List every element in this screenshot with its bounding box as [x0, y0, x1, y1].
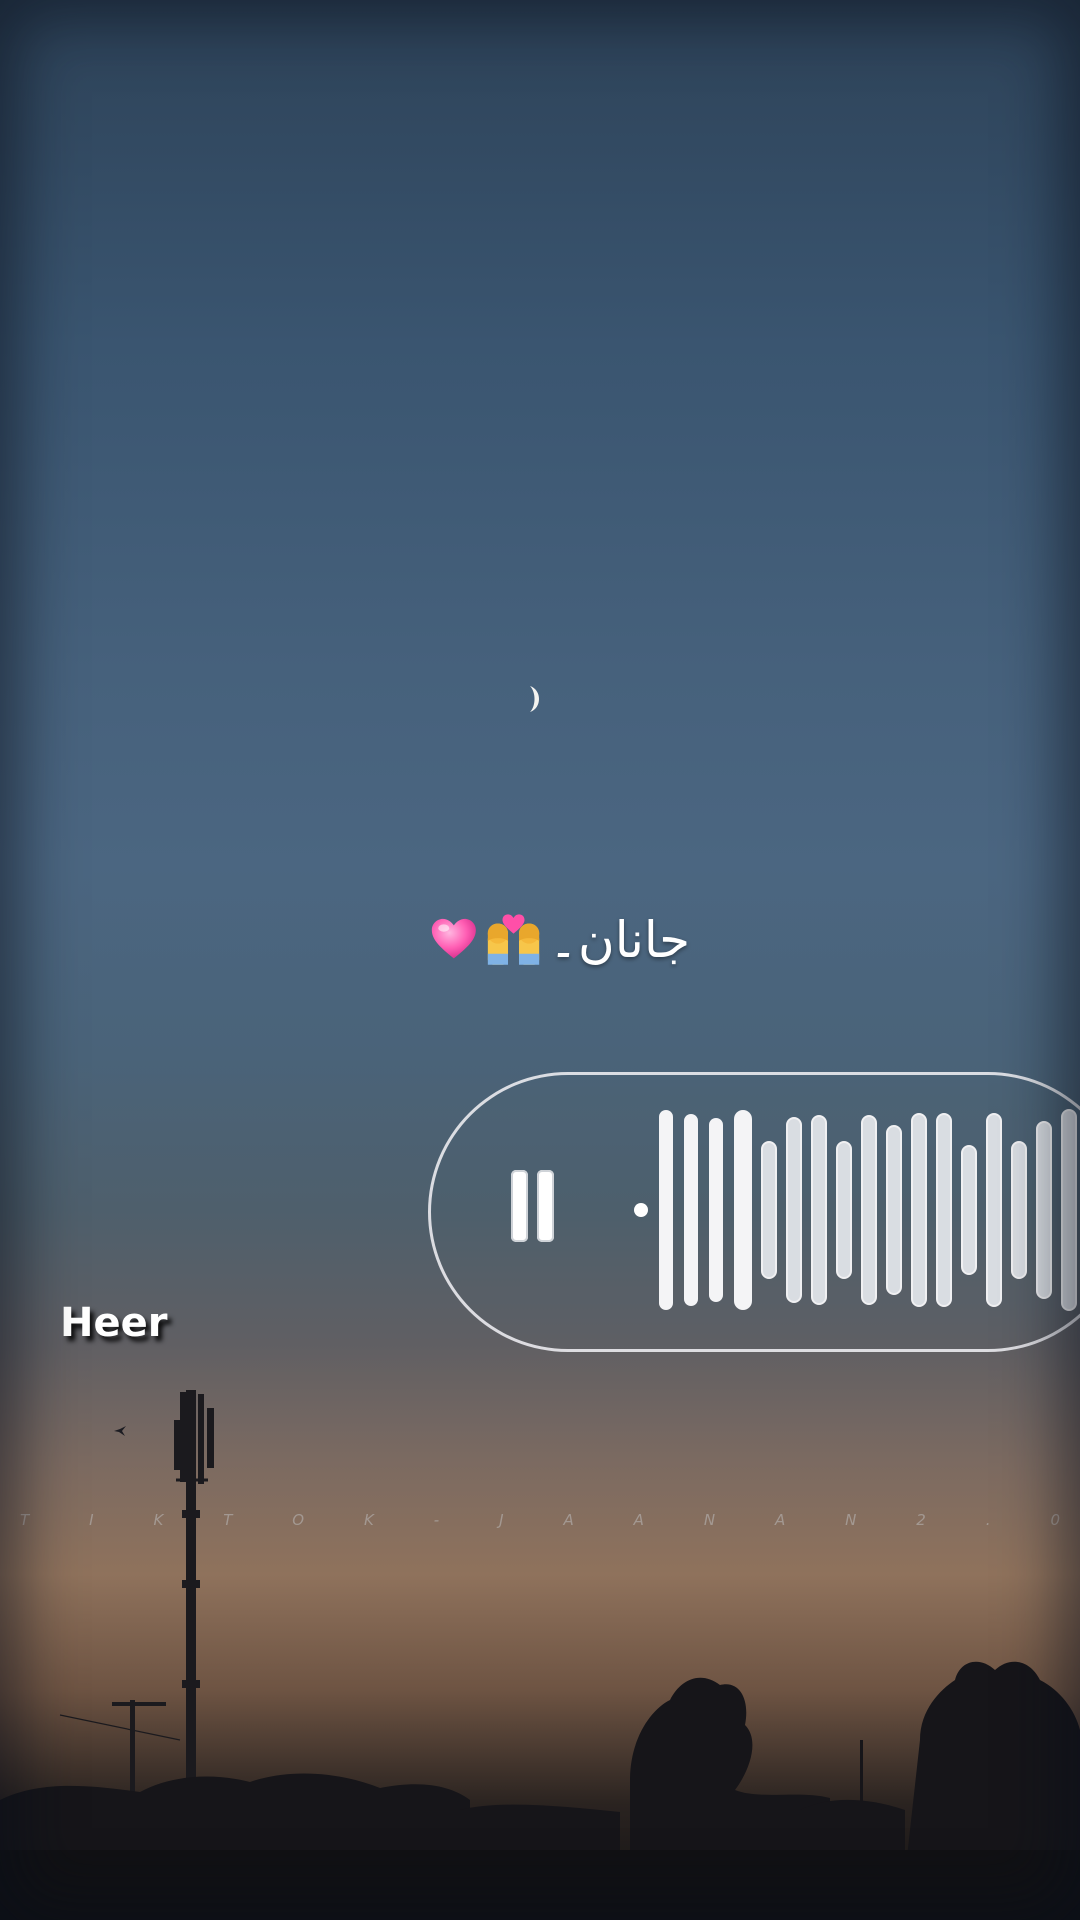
story-screen: جانان۔ Heer T I K T O K - J A A N A N 2 …: [0, 0, 1080, 1920]
pause-icon: [511, 1170, 528, 1242]
wave-bar: [836, 1141, 852, 1279]
pink-heart-icon: [431, 918, 476, 959]
silhouette-scene: [0, 1390, 1080, 1920]
caption-text: جانان۔: [548, 911, 690, 969]
wave-bar: [786, 1117, 802, 1303]
wave-bar: [961, 1145, 977, 1275]
wave-bar: [709, 1118, 723, 1302]
wave-bar: [761, 1141, 777, 1279]
wave-bar: [1036, 1121, 1052, 1299]
wave-bar: [1011, 1141, 1027, 1279]
wave-bar: [911, 1113, 927, 1307]
playhead-dot: [634, 1203, 648, 1217]
overlay-label: Heer: [60, 1300, 168, 1346]
cell-tower-silhouette: [59, 1390, 214, 1810]
pause-icon-bar: [537, 1170, 554, 1242]
wave-bar: [986, 1113, 1002, 1307]
wave-bar: [659, 1110, 673, 1310]
caption: جانان۔: [430, 900, 690, 980]
ground-silhouette: [0, 1850, 1080, 1920]
wave-bar: [1061, 1109, 1077, 1311]
waveform-bars: [659, 1109, 1077, 1311]
wave-bar: [861, 1115, 877, 1305]
wave-bar: [734, 1110, 752, 1310]
couple-with-heart-icon: [487, 914, 539, 965]
waveform[interactable]: [628, 1100, 1080, 1320]
wave-bar: [886, 1125, 902, 1295]
pause-button[interactable]: [508, 1170, 556, 1246]
crescent-moon-icon: [530, 686, 539, 712]
wave-bar: [811, 1115, 827, 1305]
wave-bar: [684, 1114, 698, 1306]
wave-bar: [936, 1113, 952, 1307]
